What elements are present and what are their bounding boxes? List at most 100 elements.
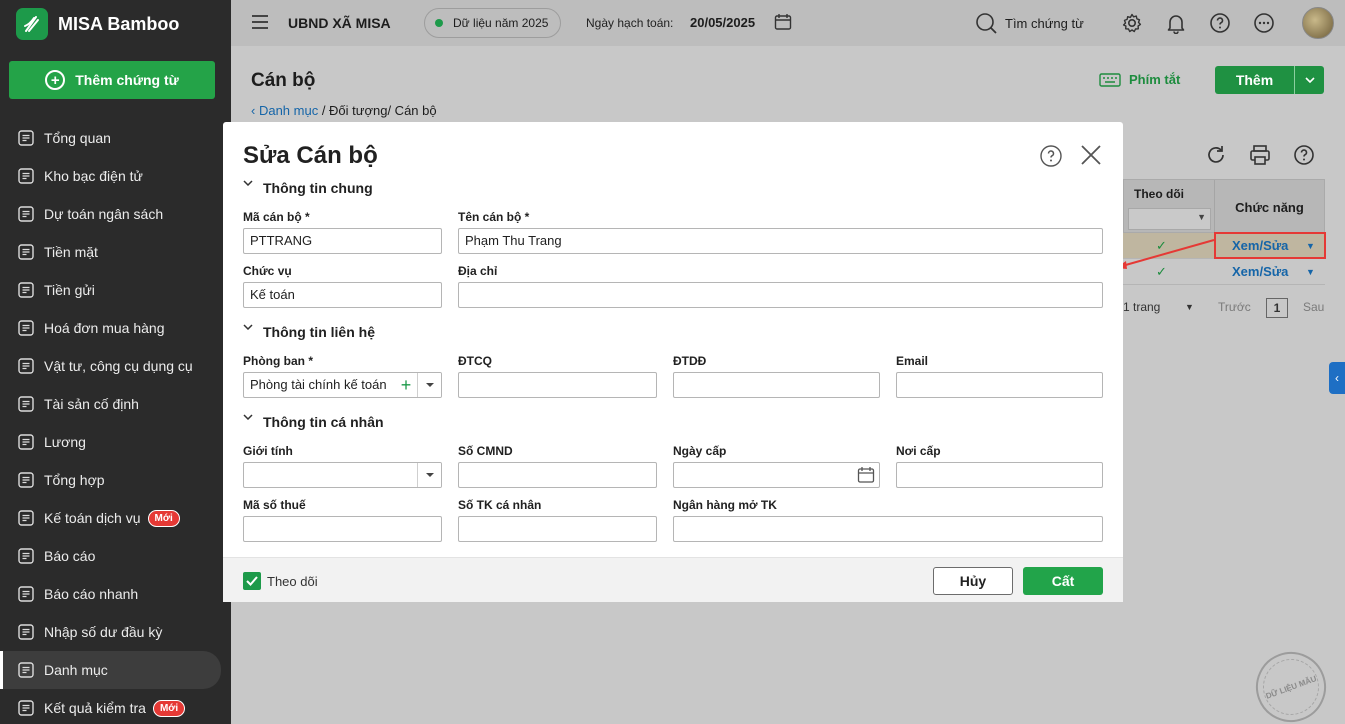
check-result-icon <box>16 698 36 718</box>
pie-chart-icon <box>16 128 36 148</box>
cancel-button[interactable]: Hủy <box>933 567 1013 595</box>
position-input[interactable]: Kế toán <box>243 282 442 308</box>
section-personal[interactable]: Thông tin cá nhân <box>243 414 384 430</box>
issue-date-input[interactable] <box>673 462 880 488</box>
section-contact[interactable]: Thông tin liên hệ <box>243 324 375 340</box>
sidebar-item[interactable]: Kế toán dịch vụ Mới <box>0 499 231 537</box>
new-badge: Mới <box>147 509 180 527</box>
search-box[interactable]: Tìm chứng từ <box>975 12 1084 34</box>
add-record-label[interactable]: Thêm <box>1215 66 1295 94</box>
gender-select[interactable] <box>243 462 442 488</box>
help-icon[interactable] <box>1209 12 1231 34</box>
calendar-icon[interactable] <box>857 466 875 484</box>
view-edit-link[interactable]: Xem/Sửa <box>1232 264 1288 279</box>
checkbox-checked-icon[interactable] <box>243 572 261 590</box>
follow-checkbox[interactable]: Theo dõi <box>243 572 318 590</box>
posting-date-value[interactable]: 20/05/2025 <box>690 15 755 30</box>
sidebar-item[interactable]: Kho bạc điện tử <box>0 157 231 195</box>
print-icon[interactable] <box>1249 144 1271 166</box>
summary-icon <box>16 470 36 490</box>
refresh-icon[interactable] <box>1205 144 1227 166</box>
follow-filter[interactable]: ▼ <box>1128 208 1211 230</box>
sidebar-item-label: Kho bạc điện tử <box>44 168 143 184</box>
page-number-input[interactable]: 1 <box>1266 298 1288 318</box>
sidebar-item[interactable]: Tiền gửi <box>0 271 231 309</box>
office-phone-input[interactable] <box>458 372 657 398</box>
id-number-label: Số CMND <box>458 444 513 458</box>
status-dot-icon <box>435 19 443 27</box>
sidebar-item[interactable]: Báo cáo <box>0 537 231 575</box>
posting-date-label: Ngày hạch toán: <box>586 16 674 30</box>
sidebar-item[interactable]: Kết quả kiểm tra Mới <box>0 689 231 724</box>
budget-icon <box>16 204 36 224</box>
chevron-down-icon[interactable]: ▼ <box>1185 302 1194 312</box>
email-input[interactable] <box>896 372 1103 398</box>
cash-icon <box>16 242 36 262</box>
section-general[interactable]: Thông tin chung <box>243 180 373 196</box>
add-department-plus-icon[interactable]: + <box>395 373 417 397</box>
more-icon[interactable] <box>1253 12 1275 34</box>
sidebar-item[interactable]: Lương <box>0 423 231 461</box>
sidebar-item[interactable]: Tài sản cố định <box>0 385 231 423</box>
grid-help-icon[interactable] <box>1293 144 1315 166</box>
save-button[interactable]: Cất <box>1023 567 1103 595</box>
gear-icon[interactable] <box>1121 12 1143 34</box>
name-input[interactable]: Phạm Thu Trang <box>458 228 1103 254</box>
issue-place-input[interactable] <box>896 462 1103 488</box>
add-document-button[interactable]: + Thêm chứng từ <box>9 61 215 99</box>
bank-account-input[interactable] <box>458 516 657 542</box>
breadcrumb-back-link[interactable]: ‹ Danh mục <box>251 103 318 118</box>
issue-date-label: Ngày cấp <box>673 444 727 458</box>
dialog-title: Sửa Cán bộ <box>243 142 378 169</box>
calendar-icon[interactable] <box>774 13 792 31</box>
help-icon[interactable] <box>1040 145 1062 167</box>
sidebar-item[interactable]: Hoá đơn mua hàng <box>0 309 231 347</box>
brand[interactable]: MISA Bamboo <box>16 8 179 40</box>
add-document-label: Thêm chứng từ <box>75 72 179 88</box>
mobile-input[interactable] <box>673 372 880 398</box>
highlight-box <box>1214 232 1326 259</box>
sidebar-item[interactable]: Nhập số dư đầu kỳ <box>0 613 231 651</box>
chevron-down-icon[interactable] <box>417 373 441 397</box>
code-input[interactable]: PTTRANG <box>243 228 442 254</box>
add-record-button[interactable]: Thêm <box>1215 66 1324 94</box>
department-combo[interactable]: Phòng tài chính kế toán + <box>243 372 442 398</box>
opening-balance-icon <box>16 622 36 642</box>
sidebar: MISA Bamboo + Thêm chứng từ Tổng quan Kho… <box>0 0 231 724</box>
id-number-input[interactable] <box>458 462 657 488</box>
sidebar-item[interactable]: Danh mục <box>0 651 221 689</box>
prev-page-button[interactable]: Trước <box>1218 300 1251 314</box>
chevron-down-icon[interactable]: ▼ <box>1306 267 1315 277</box>
sidebar-item[interactable]: Báo cáo nhanh <box>0 575 231 613</box>
address-input[interactable] <box>458 282 1103 308</box>
data-year-selector[interactable]: Dữ liệu năm 2025 <box>424 8 562 38</box>
user-avatar[interactable] <box>1302 7 1334 39</box>
sidebar-item[interactable]: Tổng hợp <box>0 461 231 499</box>
chevron-down-icon[interactable] <box>417 463 441 487</box>
hamburger-menu-icon[interactable] <box>251 13 269 31</box>
sidebar-item[interactable]: Tổng quan <box>0 119 231 157</box>
chevron-down-icon[interactable] <box>1295 66 1324 94</box>
shortcut-button[interactable]: Phím tắt <box>1099 72 1180 87</box>
tax-code-input[interactable] <box>243 516 442 542</box>
side-panel-toggle[interactable]: ‹ <box>1329 362 1345 394</box>
sidebar-item-label: Tổng quan <box>44 130 111 146</box>
next-page-button[interactable]: Sau <box>1303 300 1324 314</box>
quick-report-icon <box>16 584 36 604</box>
sidebar-item[interactable]: Vật tư, công cụ dụng cụ <box>0 347 231 385</box>
sidebar-item[interactable]: Dự toán ngân sách <box>0 195 231 233</box>
bank-name-input[interactable] <box>673 516 1103 542</box>
bell-icon[interactable] <box>1165 12 1187 34</box>
sidebar-item-label: Lương <box>44 434 86 450</box>
catalog-icon <box>16 660 36 680</box>
sidebar-nav: Tổng quan Kho bạc điện tử Dự toán ngân sác… <box>0 119 231 724</box>
sidebar-item-label: Tiền mặt <box>44 244 98 260</box>
address-label: Địa chỉ <box>458 264 498 278</box>
sidebar-item-label: Kết quả kiểm tra <box>44 700 146 716</box>
building-icon <box>16 394 36 414</box>
tools-icon <box>16 356 36 376</box>
organization-name[interactable]: UBND XÃ MISA <box>288 15 391 31</box>
sidebar-item[interactable]: Tiền mặt <box>0 233 231 271</box>
close-icon[interactable] <box>1080 144 1102 166</box>
top-bar: UBND XÃ MISA Dữ liệu năm 2025 Ngày hạch … <box>231 0 1345 46</box>
